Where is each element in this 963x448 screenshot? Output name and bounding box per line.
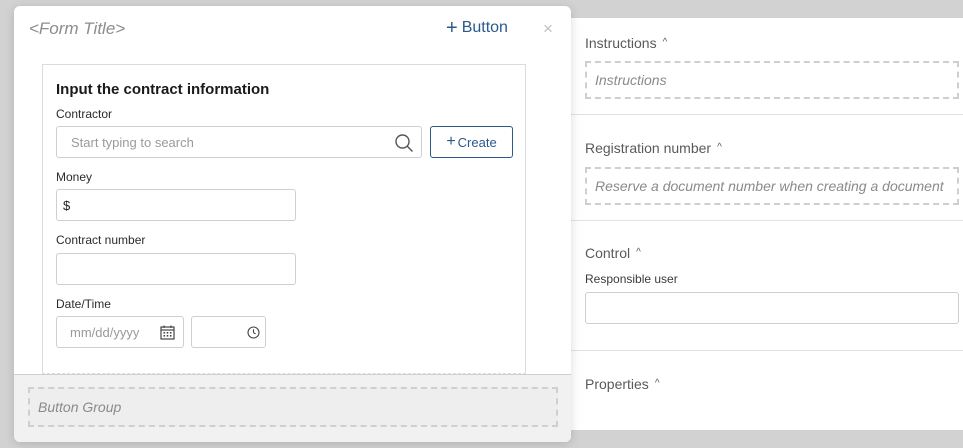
properties-section-header[interactable]: Properties ^	[585, 376, 660, 392]
contractor-label: Contractor	[56, 107, 113, 121]
registration-title: Registration number	[585, 140, 712, 156]
chevron-up-icon: ^	[636, 246, 641, 258]
modal-footer: Button Group	[14, 375, 571, 442]
section-divider	[560, 350, 963, 351]
responsible-user-label: Responsible user	[585, 272, 678, 286]
card-heading: Input the contract information	[56, 81, 270, 98]
instructions-dropzone[interactable]: Instructions	[585, 61, 959, 99]
control-section-header[interactable]: Control ^	[585, 245, 641, 261]
chevron-up-icon: ^	[662, 36, 668, 48]
form-modal: <Form Title> + Button × Input the contra…	[14, 6, 571, 442]
calendar-icon[interactable]	[160, 325, 175, 340]
clock-icon[interactable]	[247, 326, 260, 339]
chevron-up-icon: ^	[717, 141, 722, 153]
contract-number-input[interactable]	[56, 253, 296, 285]
button-group-dropzone[interactable]: Button Group	[28, 387, 558, 427]
contract-number-label: Contract number	[56, 233, 146, 247]
date-placeholder: mm/dd/yyyy	[70, 324, 140, 340]
money-value: $	[63, 197, 71, 213]
contractor-placeholder: Start typing to search	[71, 134, 194, 150]
create-button-label: Create	[457, 134, 497, 150]
add-button-label: Button	[461, 19, 508, 36]
instructions-title: Instructions	[585, 35, 657, 51]
chevron-up-icon: ^	[654, 377, 660, 389]
section-divider	[560, 114, 963, 115]
date-input[interactable]: mm/dd/yyyy	[56, 316, 184, 348]
money-input[interactable]: $	[56, 189, 296, 221]
form-card: Input the contract information Contracto…	[42, 64, 526, 374]
registration-number-dropzone[interactable]: Reserve a document number when creating …	[585, 167, 959, 205]
section-divider	[560, 220, 963, 221]
time-input[interactable]	[191, 316, 266, 348]
properties-title: Properties	[585, 376, 649, 392]
date-time-label: Date/Time	[56, 297, 111, 311]
form-title[interactable]: <Form Title>	[29, 19, 125, 39]
responsible-user-input[interactable]	[585, 292, 959, 324]
plus-icon: +	[446, 133, 456, 150]
plus-icon: +	[446, 17, 458, 39]
registration-section-header[interactable]: Registration number ^	[585, 140, 722, 156]
create-contractor-button[interactable]: + Create	[430, 126, 513, 158]
close-icon[interactable]: ×	[543, 19, 553, 39]
search-icon[interactable]	[394, 133, 414, 153]
contractor-search-input[interactable]: Start typing to search	[56, 126, 422, 158]
control-title: Control	[585, 245, 631, 261]
instructions-section-header[interactable]: Instructions ^	[585, 35, 667, 51]
properties-panel: Instructions ^ Instructions Registration…	[560, 18, 963, 430]
money-label: Money	[56, 170, 93, 184]
add-button[interactable]: + Button	[446, 17, 508, 39]
